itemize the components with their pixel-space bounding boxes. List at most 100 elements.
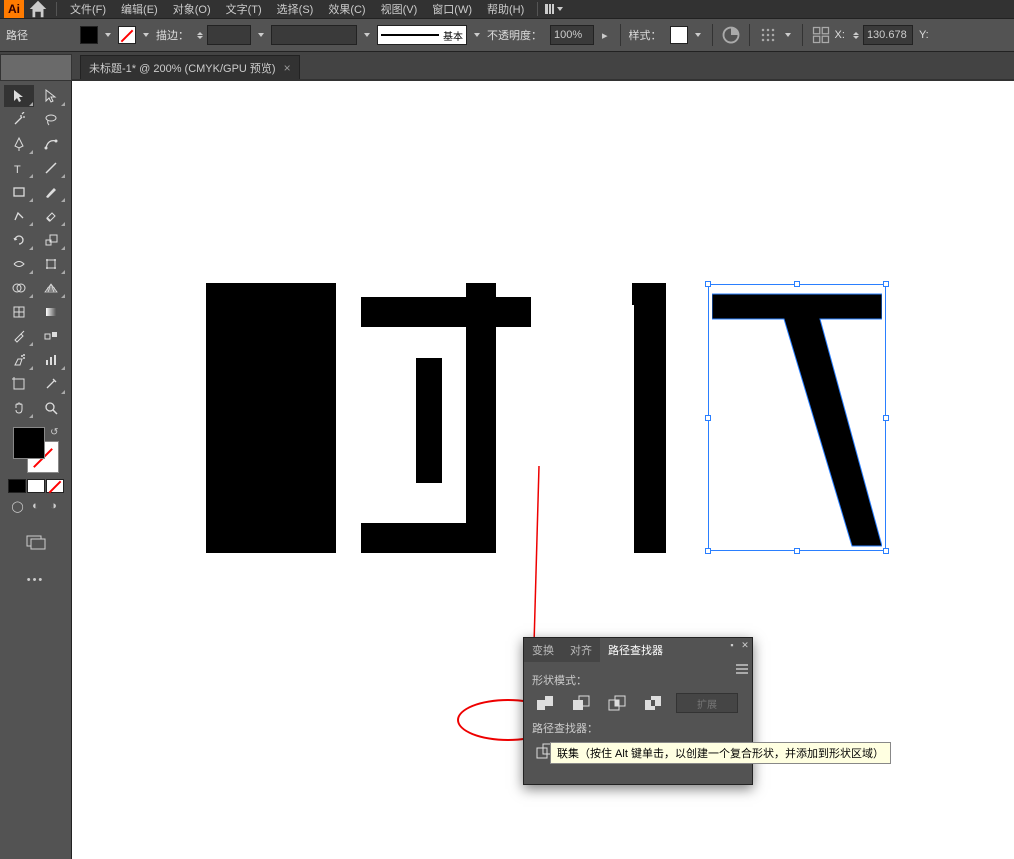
menu-bar: Ai 文件(F) 编辑(E) 对象(O) 文字(T) 选择(S) 效果(C) 视…	[0, 0, 1014, 18]
shape-builder-tool[interactable]	[4, 277, 34, 299]
blend-tool[interactable]	[36, 325, 66, 347]
tab-align[interactable]: 对齐	[562, 638, 600, 662]
close-tab-icon[interactable]: ×	[284, 61, 291, 75]
close-panel-icon[interactable]: ✕	[740, 640, 750, 650]
artboard-tool[interactable]	[4, 373, 34, 395]
gradient-tool[interactable]	[36, 301, 66, 323]
fill-stroke-color[interactable]: ↺	[13, 427, 59, 473]
menu-effect[interactable]: 效果(C)	[322, 0, 371, 19]
color-mode-solid[interactable]	[8, 479, 26, 493]
rotate-tool[interactable]	[4, 229, 34, 251]
shaper-tool[interactable]	[4, 205, 34, 227]
draw-mode-row: ◯ ◐ ◑	[10, 499, 62, 513]
document-tab[interactable]: 未标题-1* @ 200% (CMYK/GPU 预览) ×	[80, 55, 300, 79]
curvature-tool[interactable]	[36, 133, 66, 155]
resize-handle[interactable]	[794, 548, 800, 554]
menu-help[interactable]: 帮助(H)	[481, 0, 530, 19]
resize-handle[interactable]	[705, 415, 711, 421]
type-tool[interactable]: T	[4, 157, 34, 179]
scale-tool[interactable]	[36, 229, 66, 251]
mesh-tool[interactable]	[4, 301, 34, 323]
selection-tool[interactable]	[4, 85, 34, 107]
screen-mode-icon[interactable]	[24, 533, 48, 554]
free-transform-tool[interactable]	[36, 253, 66, 275]
canvas[interactable]: ▪ ✕ 变换 对齐 路径查找器 形状模式： 扩展 路径查找器：	[72, 81, 1014, 859]
eyedropper-tool[interactable]	[4, 325, 34, 347]
column-graph-tool[interactable]	[36, 349, 66, 371]
stroke-weight-stepper[interactable]	[197, 32, 203, 39]
zoom-tool[interactable]	[36, 397, 66, 419]
stroke-swatch[interactable]	[118, 26, 136, 44]
x-field[interactable]: 130.678	[863, 25, 913, 45]
resize-handle[interactable]	[883, 281, 889, 287]
color-mode-gradient[interactable]	[27, 479, 45, 493]
menu-view[interactable]: 视图(V)	[375, 0, 424, 19]
dropdown-icon[interactable]	[364, 33, 370, 37]
intersect-button[interactable]	[604, 692, 630, 714]
magic-wand-tool[interactable]	[4, 109, 34, 131]
draw-inside-icon[interactable]: ◑	[46, 499, 62, 513]
brush-name: 基本	[443, 28, 463, 43]
symbol-sprayer-tool[interactable]	[4, 349, 34, 371]
width-tool[interactable]	[4, 253, 34, 275]
panel-menu-icon[interactable]	[736, 664, 748, 674]
align-icon[interactable]	[758, 25, 778, 45]
library-icon[interactable]	[545, 2, 563, 16]
resize-handle[interactable]	[794, 281, 800, 287]
draw-behind-icon[interactable]: ◐	[28, 499, 44, 513]
tab-transform[interactable]: 变换	[524, 638, 562, 662]
expand-button[interactable]: 扩展	[676, 693, 738, 713]
unite-button[interactable]	[532, 692, 558, 714]
panel-dock-tab[interactable]	[0, 54, 72, 81]
edit-toolbar-icon[interactable]: •••	[27, 574, 45, 586]
style-swatch[interactable]	[670, 26, 688, 44]
fill-dropdown-icon[interactable]	[105, 33, 111, 37]
menu-edit[interactable]: 编辑(E)	[115, 0, 164, 19]
variable-width-profile[interactable]	[271, 25, 357, 45]
separator	[537, 2, 538, 16]
hand-tool[interactable]	[4, 397, 34, 419]
x-label: X:	[835, 29, 845, 41]
fill-color-swatch[interactable]	[13, 427, 45, 459]
selection-bounding-box[interactable]	[708, 284, 886, 551]
opacity-field[interactable]: 100%	[550, 25, 594, 45]
dropdown-icon[interactable]	[785, 33, 791, 37]
line-tool[interactable]	[36, 157, 66, 179]
lasso-tool[interactable]	[36, 109, 66, 131]
exclude-button[interactable]	[640, 692, 666, 714]
opacity-arrow-icon[interactable]: ▸	[602, 29, 608, 42]
paintbrush-tool[interactable]	[36, 181, 66, 203]
x-stepper[interactable]	[853, 32, 859, 39]
swap-colors-icon[interactable]: ↺	[50, 427, 58, 438]
menu-window[interactable]: 窗口(W)	[426, 0, 478, 19]
minus-front-button[interactable]	[568, 692, 594, 714]
resize-handle[interactable]	[883, 548, 889, 554]
dropdown-icon[interactable]	[695, 33, 701, 37]
resize-handle[interactable]	[705, 281, 711, 287]
draw-normal-icon[interactable]: ◯	[10, 499, 26, 513]
color-mode-none[interactable]	[46, 479, 64, 493]
dropdown-icon[interactable]	[258, 33, 264, 37]
eraser-tool[interactable]	[36, 205, 66, 227]
stroke-weight-field[interactable]	[207, 25, 251, 45]
perspective-grid-tool[interactable]	[36, 277, 66, 299]
menu-object[interactable]: 对象(O)	[167, 0, 217, 19]
recolor-icon[interactable]	[721, 25, 741, 45]
home-icon[interactable]	[27, 0, 49, 18]
rectangle-tool[interactable]	[4, 181, 34, 203]
resize-handle[interactable]	[883, 415, 889, 421]
menu-type[interactable]: 文字(T)	[220, 0, 268, 19]
pen-tool[interactable]	[4, 133, 34, 155]
slice-tool[interactable]	[36, 373, 66, 395]
dropdown-icon[interactable]	[474, 33, 480, 37]
fill-swatch[interactable]	[80, 26, 98, 44]
tab-pathfinder[interactable]: 路径查找器	[600, 638, 671, 662]
transform-icon[interactable]	[811, 25, 831, 45]
stroke-dropdown-icon[interactable]	[143, 33, 149, 37]
collapse-panel-icon[interactable]: ▪	[727, 640, 737, 650]
direct-selection-tool[interactable]	[36, 85, 66, 107]
resize-handle[interactable]	[705, 548, 711, 554]
menu-file[interactable]: 文件(F)	[64, 0, 112, 19]
menu-select[interactable]: 选择(S)	[271, 0, 320, 19]
brush-definition[interactable]: 基本	[377, 25, 467, 45]
